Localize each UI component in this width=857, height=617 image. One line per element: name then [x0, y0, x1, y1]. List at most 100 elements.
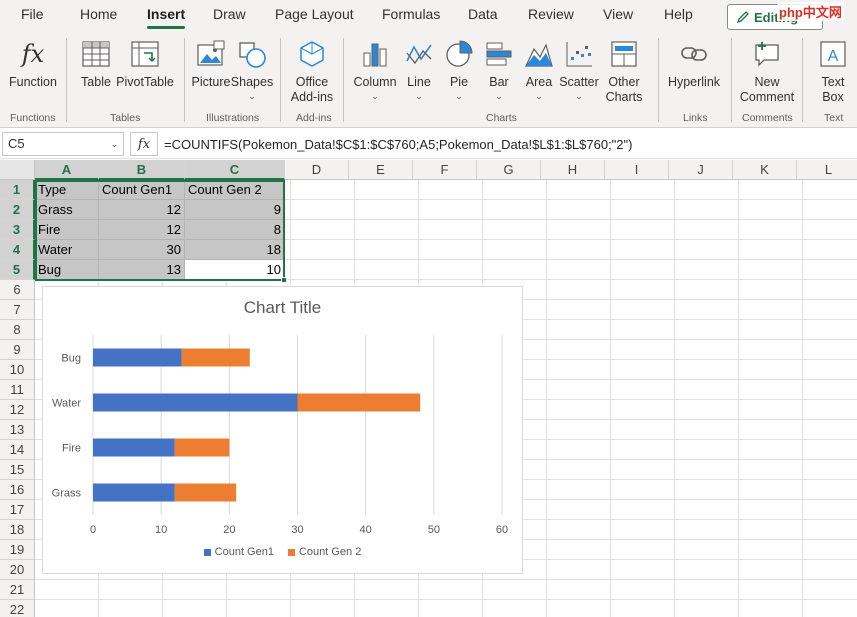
row-header-20[interactable]: 20: [0, 560, 35, 580]
chevron-down-icon[interactable]: ⌄: [110, 139, 118, 150]
row-header-13[interactable]: 13: [0, 420, 35, 440]
select-all-corner[interactable]: [0, 160, 35, 180]
group-label-tables: Tables: [110, 112, 141, 124]
row-header-5[interactable]: 5: [0, 260, 35, 280]
insert-shapes-button[interactable]: Shapes ⌄: [231, 36, 273, 102]
row-header-10[interactable]: 10: [0, 360, 35, 380]
x-tick-label-60: 60: [496, 524, 508, 536]
legend-item-series-2[interactable]: Count Gen 2: [287, 546, 361, 558]
name-box[interactable]: C5 ⌄: [2, 132, 124, 156]
column-header-j[interactable]: J: [669, 160, 733, 180]
cell-a1[interactable]: Type: [35, 180, 99, 200]
cell-c2[interactable]: 9: [185, 200, 285, 220]
chart-legend[interactable]: Count Gen1 Count Gen 2: [43, 546, 522, 558]
cell-b2[interactable]: 12: [99, 200, 185, 220]
new-comment-button[interactable]: New Comment: [738, 36, 796, 105]
addins-hexagon-icon: [297, 36, 327, 72]
bar-water-series-1: [93, 393, 298, 412]
insert-area-chart-button[interactable]: Area ⌄: [522, 36, 556, 102]
cell-a5[interactable]: Bug: [35, 260, 99, 280]
chevron-down-icon: ⌄: [535, 91, 543, 101]
column-header-c[interactable]: C: [185, 160, 285, 180]
menu-tab-view[interactable]: View: [603, 6, 633, 22]
cell-c5[interactable]: 10: [185, 260, 285, 280]
row-header-1[interactable]: 1: [0, 180, 35, 200]
insert-hyperlink-button[interactable]: Hyperlink: [666, 36, 722, 90]
row-header-11[interactable]: 11: [0, 380, 35, 400]
row-header-19[interactable]: 19: [0, 540, 35, 560]
cell-b1[interactable]: Count Gen1: [99, 180, 185, 200]
insert-column-chart-button[interactable]: Column ⌄: [352, 36, 398, 102]
row-header-14[interactable]: 14: [0, 440, 35, 460]
column-header-g[interactable]: G: [477, 160, 541, 180]
insert-line-chart-button[interactable]: Line ⌄: [402, 36, 436, 102]
insert-text-box-button[interactable]: A Text Box: [813, 36, 853, 105]
row-header-6[interactable]: 6: [0, 280, 35, 300]
legend-item-series-1[interactable]: Count Gen1: [203, 546, 274, 558]
fill-handle[interactable]: [281, 277, 287, 283]
column-header-i[interactable]: I: [605, 160, 669, 180]
insert-bar-chart-button[interactable]: Bar ⌄: [482, 36, 516, 102]
column-header-b[interactable]: B: [99, 160, 185, 180]
worksheet-grid[interactable]: ABCDEFGHIJKL 1 2 3 4 5 6 7 8 9 10 11 12 13 14 15 16 17 18…: [0, 160, 857, 617]
menu-tab-file[interactable]: File: [21, 6, 44, 22]
row-header-8[interactable]: 8: [0, 320, 35, 340]
row-header-3[interactable]: 3: [0, 220, 35, 240]
insert-pie-chart-button[interactable]: Pie ⌄: [442, 36, 476, 102]
cell-b3[interactable]: 12: [99, 220, 185, 240]
menu-tab-formulas[interactable]: Formulas: [382, 6, 440, 22]
group-separator: [802, 38, 803, 122]
bar-fire-series-1: [93, 438, 175, 457]
menu-tab-data[interactable]: Data: [468, 6, 498, 22]
cell-a2[interactable]: Grass: [35, 200, 99, 220]
insert-table-button[interactable]: Table: [78, 36, 114, 90]
cell-c4[interactable]: 18: [185, 240, 285, 260]
row-header-4[interactable]: 4: [0, 240, 35, 260]
chevron-down-icon: ⌄: [575, 91, 583, 101]
legend-swatch: [203, 548, 211, 556]
row-header-22[interactable]: 22: [0, 600, 35, 617]
insert-picture-button[interactable]: Picture: [191, 36, 231, 90]
text-box-label-2: Box: [822, 90, 844, 104]
formula-input[interactable]: =COUNTIFS(Pokemon_Data!$C$1:$C$760;A5;Po…: [164, 137, 632, 152]
stacked-bar-chart[interactable]: Chart Title 0 10 20 30 40 50 60 Grass Fire Water B…: [42, 286, 523, 574]
insert-other-charts-button[interactable]: Other Charts: [600, 36, 648, 105]
cell-c1[interactable]: Count Gen 2: [185, 180, 285, 200]
insert-pivottable-button[interactable]: PivotTable: [116, 36, 174, 90]
cell-b5[interactable]: 13: [99, 260, 185, 280]
row-header-21[interactable]: 21: [0, 580, 35, 600]
row-header-18[interactable]: 18: [0, 520, 35, 540]
menu-tab-review[interactable]: Review: [528, 6, 574, 22]
pie-chart-icon: [444, 36, 474, 72]
cell-b4[interactable]: 30: [99, 240, 185, 260]
insert-function-fx-button[interactable]: fx: [130, 132, 158, 156]
menu-tab-draw[interactable]: Draw: [213, 6, 246, 22]
row-header-16[interactable]: 16: [0, 480, 35, 500]
row-header-2[interactable]: 2: [0, 200, 35, 220]
row-header-17[interactable]: 17: [0, 500, 35, 520]
cell-c3[interactable]: 8: [185, 220, 285, 240]
row-header-7[interactable]: 7: [0, 300, 35, 320]
column-header-e[interactable]: E: [349, 160, 413, 180]
menu-tab-page-layout[interactable]: Page Layout: [275, 6, 354, 22]
group-separator: [343, 38, 344, 122]
menu-tab-help[interactable]: Help: [664, 6, 693, 22]
column-header-d[interactable]: D: [285, 160, 349, 180]
insert-function-button[interactable]: fx Function: [8, 36, 58, 90]
column-header-l[interactable]: L: [797, 160, 857, 180]
office-addins-button[interactable]: Office Add-ins: [288, 36, 336, 105]
menu-tab-insert[interactable]: Insert: [147, 6, 186, 29]
pivottable-icon: [130, 36, 160, 72]
cell-a3[interactable]: Fire: [35, 220, 99, 240]
column-header-k[interactable]: K: [733, 160, 797, 180]
row-header-12[interactable]: 12: [0, 400, 35, 420]
row-header-15[interactable]: 15: [0, 460, 35, 480]
column-header-h[interactable]: H: [541, 160, 605, 180]
insert-scatter-chart-button[interactable]: Scatter ⌄: [558, 36, 600, 102]
column-header-a[interactable]: A: [35, 160, 99, 180]
cell-a4[interactable]: Water: [35, 240, 99, 260]
column-header-f[interactable]: F: [413, 160, 477, 180]
y-category-label-water: Water: [52, 398, 81, 410]
row-header-9[interactable]: 9: [0, 340, 35, 360]
menu-tab-home[interactable]: Home: [80, 6, 117, 22]
